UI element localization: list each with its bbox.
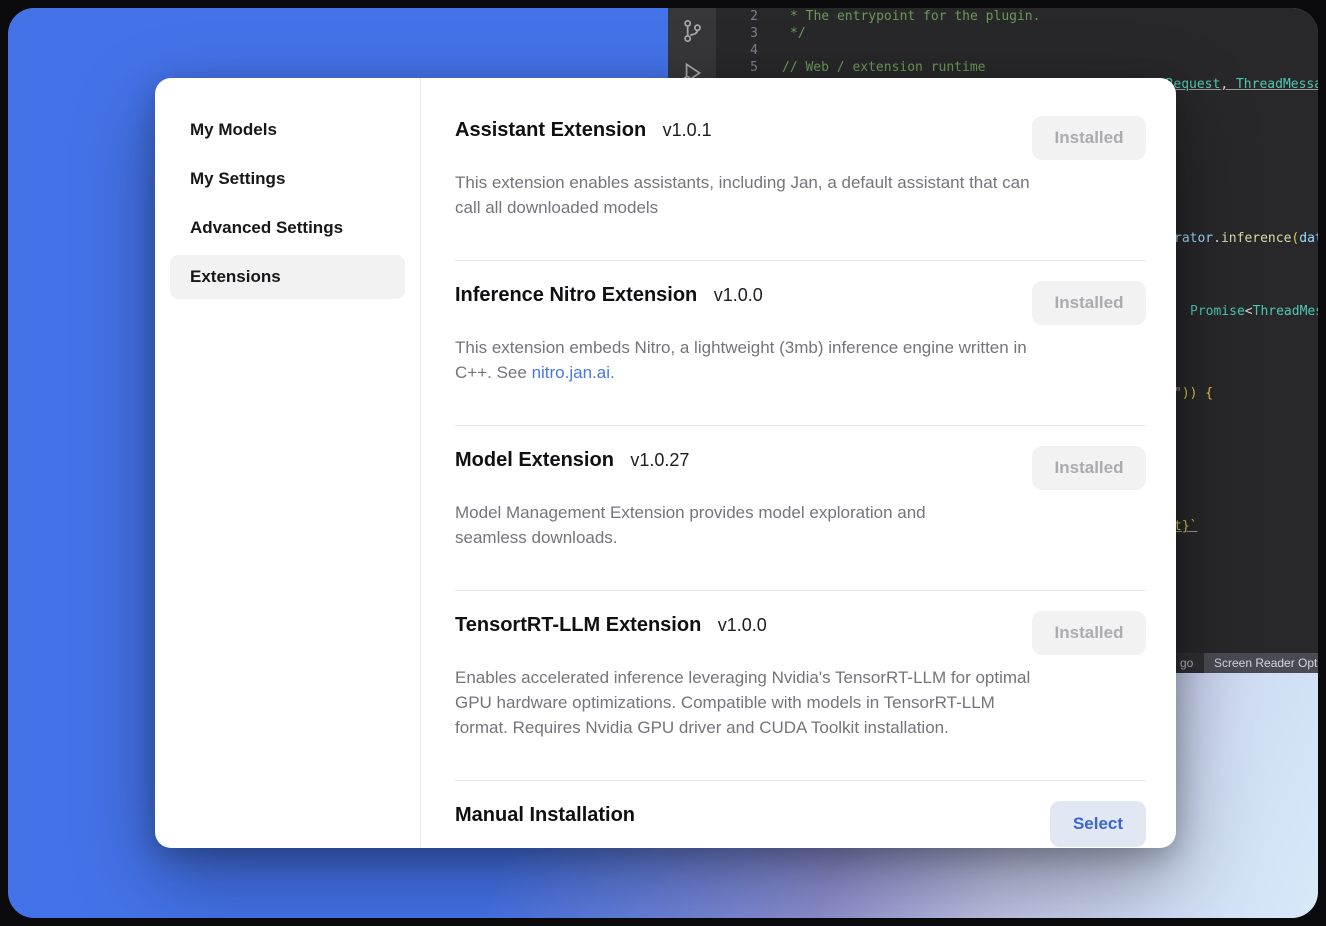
settings-modal: My Models My Settings Advanced Settings … xyxy=(155,78,1176,848)
extension-description: Enables accelerated inference leveraging… xyxy=(455,665,1035,740)
line-number: 4 xyxy=(716,42,758,59)
extension-version: v1.0.0 xyxy=(718,615,767,635)
line-number: 2 xyxy=(716,8,758,25)
code-line: 5 // Web / extension runtime xyxy=(716,59,1318,76)
code-fragment: t}` xyxy=(1174,518,1197,535)
extension-name: TensortRT-LLM Extension xyxy=(455,614,701,636)
installed-button[interactable]: Installed xyxy=(1032,611,1146,655)
sidebar-item-my-settings[interactable]: My Settings xyxy=(170,157,405,201)
sidebar-item-advanced-settings[interactable]: Advanced Settings xyxy=(170,206,405,250)
sidebar-item-extensions[interactable]: Extensions xyxy=(170,255,405,299)
code-fragment: Promise<ThreadMessage> xyxy=(1190,303,1318,320)
extension-version: v1.0.1 xyxy=(663,120,712,140)
source-control-icon[interactable] xyxy=(679,18,705,44)
code-line: 2 * The entrypoint for the plugin. xyxy=(716,8,1318,25)
installed-button[interactable]: Installed xyxy=(1032,281,1146,325)
extension-description: This extension embeds Nitro, a lightweig… xyxy=(455,335,1035,385)
manual-installation-title: Manual Installation xyxy=(455,804,635,826)
code-text: */ xyxy=(758,25,806,42)
extension-name: Inference Nitro Extension xyxy=(455,284,697,306)
code-line: 3 */ xyxy=(716,25,1318,42)
screen-reader-status-item[interactable]: Screen Reader Optimized xyxy=(1204,653,1318,673)
select-file-button[interactable]: Select xyxy=(1050,801,1146,847)
extension-version: v1.0.27 xyxy=(630,450,689,470)
extension-name: Model Extension xyxy=(455,449,614,471)
extension-version: v1.0.0 xyxy=(714,285,763,305)
extension-row-inference-nitro: Inference Nitro Extension v1.0.0 Install… xyxy=(455,261,1146,426)
installed-button[interactable]: Installed xyxy=(1032,116,1146,160)
manual-installation-row: Manual Installation Select Select an ext… xyxy=(455,781,1146,848)
code-text: // Web / extension runtime xyxy=(758,59,986,76)
code-line: 4 xyxy=(716,42,1318,59)
installed-button[interactable]: Installed xyxy=(1032,446,1146,490)
nitro-jan-ai-link[interactable]: nitro.jan.ai xyxy=(532,363,610,382)
code-text: * The entrypoint for the plugin. xyxy=(758,8,1040,25)
code-fragment: rator.inference(data)); xyxy=(1174,230,1318,247)
extension-description: This extension enables assistants, inclu… xyxy=(455,170,1035,220)
code-fragment: ")) { xyxy=(1174,385,1213,402)
extension-description: Model Management Extension provides mode… xyxy=(455,500,975,550)
extensions-panel: Assistant Extension v1.0.1 Installed Thi… xyxy=(421,78,1176,848)
extension-name: Assistant Extension xyxy=(455,119,646,141)
extension-row-assistant: Assistant Extension v1.0.1 Installed Thi… xyxy=(455,96,1146,261)
line-number: 3 xyxy=(716,25,758,42)
line-number: 5 xyxy=(716,59,758,76)
code-text xyxy=(758,42,782,59)
sidebar-item-my-models[interactable]: My Models xyxy=(170,108,405,152)
settings-sidebar: My Models My Settings Advanced Settings … xyxy=(155,78,421,848)
extension-row-model: Model Extension v1.0.27 Installed Model … xyxy=(455,426,1146,591)
extension-row-tensorrt-llm: TensortRT-LLM Extension v1.0.0 Installed… xyxy=(455,591,1146,781)
status-text: go xyxy=(1180,653,1193,673)
app-window: 2 * The entrypoint for the plugin. 3 */ … xyxy=(8,8,1318,918)
